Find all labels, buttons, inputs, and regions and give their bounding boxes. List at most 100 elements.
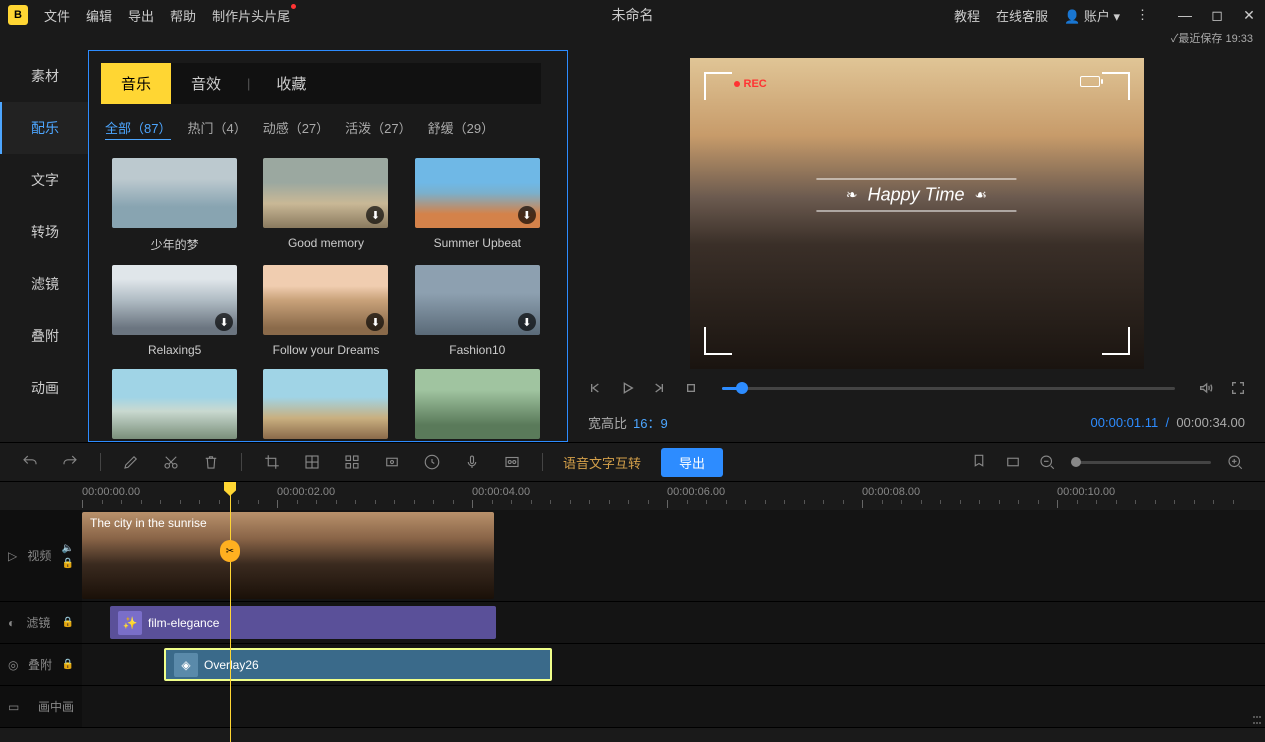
thumbnail: ⬇ — [112, 265, 237, 335]
mosaic-icon[interactable] — [302, 452, 322, 472]
cat-hot[interactable]: 热门（4） — [187, 118, 246, 140]
lock-icon[interactable]: 🔒 — [62, 617, 74, 628]
ratio-value[interactable]: 16：9 — [633, 413, 668, 432]
cat-dynamic[interactable]: 动感（27） — [263, 118, 329, 140]
sidebar-item-filter[interactable]: 滤镜 — [0, 258, 88, 310]
library-item[interactable]: ⬇Good memory — [256, 158, 395, 253]
stop-icon[interactable] — [682, 379, 700, 397]
voice-to-text-button[interactable]: 语音文字互转 — [563, 453, 641, 472]
sidebar-item-animation[interactable]: 动画 — [0, 362, 88, 414]
ruler-tick: 00:00:10.00 — [1057, 486, 1115, 498]
download-icon[interactable]: ⬇ — [518, 313, 536, 331]
download-icon[interactable]: ⬇ — [518, 206, 536, 224]
grid-icon[interactable] — [342, 452, 362, 472]
clip-video[interactable]: The city in the sunrise — [82, 512, 494, 599]
fullscreen-icon[interactable] — [1229, 379, 1247, 397]
zoom-out-icon[interactable] — [1037, 452, 1057, 472]
thumbnail — [415, 369, 540, 439]
minimize-icon[interactable]: — — [1177, 7, 1193, 24]
sidebar-item-transition[interactable]: 转场 — [0, 206, 88, 258]
edit-icon[interactable] — [121, 452, 141, 472]
clip-filter[interactable]: ✨film-elegance — [110, 606, 496, 639]
sidebar-item-overlay[interactable]: 叠附 — [0, 310, 88, 362]
menu-make-intro[interactable]: 制作片头片尾 — [212, 6, 290, 25]
preview-area: REC ❧Happy Time☙ 宽高比 16：9 00:00:01.11 / … — [568, 50, 1265, 442]
lock-icon[interactable]: 🔒 — [62, 558, 74, 569]
download-icon[interactable]: ⬇ — [366, 313, 384, 331]
timeline-toolbar: 语音文字互转 导出 — [0, 442, 1265, 482]
sidebar-item-music[interactable]: 配乐 — [0, 102, 88, 154]
library-item[interactable]: ⬇Summer Upbeat — [408, 158, 547, 253]
volume-icon[interactable] — [1197, 379, 1215, 397]
track-lane-pip[interactable] — [82, 686, 1265, 727]
menu-export[interactable]: 导出 — [128, 6, 154, 25]
freeze-icon[interactable] — [382, 452, 402, 472]
fit-icon[interactable] — [1003, 452, 1023, 472]
library-item[interactable] — [105, 369, 244, 441]
link-tutorial[interactable]: 教程 — [954, 6, 980, 25]
cat-all[interactable]: 全部（87） — [105, 118, 171, 140]
timeline-tracks: ✂ ▷ 视频 🔈🔒 The city in the sunrise ◐ 滤镜 🔒… — [0, 510, 1265, 728]
download-icon[interactable]: ⬇ — [366, 206, 384, 224]
ruler-tick: 00:00:00.00 — [82, 486, 140, 498]
mute-icon[interactable]: 🔈 — [62, 543, 74, 554]
menu-help[interactable]: 帮助 — [170, 6, 196, 25]
maximize-icon[interactable]: ◻ — [1209, 7, 1225, 24]
redo-icon[interactable] — [60, 452, 80, 472]
library-item[interactable] — [408, 369, 547, 441]
play-icon[interactable] — [618, 379, 636, 397]
sidebar-item-media[interactable]: 素材 — [0, 50, 88, 102]
ruler-tick: 00:00:02.00 — [277, 486, 335, 498]
track-lane-filter[interactable]: ✨film-elegance — [82, 602, 1265, 643]
frame-corner — [1102, 327, 1130, 355]
undo-icon[interactable] — [20, 452, 40, 472]
tab-favorites[interactable]: 收藏 — [256, 63, 326, 104]
track-play-icon[interactable]: ▷ — [8, 549, 17, 563]
close-icon[interactable]: ✕ — [1241, 7, 1257, 24]
lock-icon[interactable]: 🔒 — [62, 659, 74, 670]
progress-bar[interactable] — [722, 387, 1175, 390]
speed-icon[interactable] — [422, 452, 442, 472]
subtitle-icon[interactable] — [502, 452, 522, 472]
library-item[interactable]: ⬇Follow your Dreams — [256, 265, 395, 357]
prev-frame-icon[interactable] — [586, 379, 604, 397]
more-icon[interactable]: ⋮ — [1136, 7, 1149, 23]
account-button[interactable]: 👤 账户 ▾ — [1064, 6, 1120, 25]
tab-sfx[interactable]: 音效 — [171, 63, 241, 104]
library-item[interactable]: ⬇ Fashion10 — [408, 265, 547, 357]
zoom-slider[interactable] — [1071, 461, 1211, 464]
zoom-in-icon[interactable] — [1225, 452, 1245, 472]
menu-edit[interactable]: 编辑 — [86, 6, 112, 25]
time-display: 00:00:01.11 / 00:00:34.00 — [1091, 415, 1245, 430]
preview-canvas[interactable]: REC ❧Happy Time☙ — [690, 58, 1144, 369]
download-icon[interactable]: ⬇ — [215, 313, 233, 331]
link-support[interactable]: 在线客服 — [996, 6, 1048, 25]
cut-handle-icon[interactable]: ✂ — [220, 540, 240, 562]
cat-calm[interactable]: 舒缓（29） — [428, 118, 494, 140]
resize-grip-icon[interactable] — [1253, 716, 1263, 726]
next-frame-icon[interactable] — [650, 379, 668, 397]
track-lane-overlay[interactable]: ◈Overlay26 — [82, 644, 1265, 685]
marker-icon[interactable] — [969, 452, 989, 472]
sidebar-item-text[interactable]: 文字 — [0, 154, 88, 206]
ruler-tick: 00:00:08.00 — [862, 486, 920, 498]
clip-overlay[interactable]: ◈Overlay26 — [164, 648, 552, 681]
track-lane-video[interactable]: The city in the sunrise — [82, 510, 1265, 601]
timeline-ruler[interactable]: 00:00:00.0000:00:02.0000:00:04.0000:00:0… — [0, 482, 1265, 510]
mic-icon[interactable] — [462, 452, 482, 472]
cat-lively[interactable]: 活泼（27） — [345, 118, 411, 140]
library-item[interactable]: 少年的梦 — [105, 158, 244, 253]
crop-icon[interactable] — [262, 452, 282, 472]
tab-music[interactable]: 音乐 — [101, 63, 171, 104]
overlay-title: ❧Happy Time☙ — [846, 184, 987, 205]
item-name: Fashion10 — [449, 343, 505, 357]
library-item[interactable] — [256, 369, 395, 441]
playhead[interactable]: ✂ — [230, 482, 231, 742]
delete-icon[interactable] — [201, 452, 221, 472]
library-item[interactable]: ⬇Relaxing5 — [105, 265, 244, 357]
menu-file[interactable]: 文件 — [44, 6, 70, 25]
cut-icon[interactable] — [161, 452, 181, 472]
frame-corner — [704, 72, 732, 100]
rec-indicator: REC — [734, 78, 767, 90]
export-button[interactable]: 导出 — [661, 448, 723, 477]
